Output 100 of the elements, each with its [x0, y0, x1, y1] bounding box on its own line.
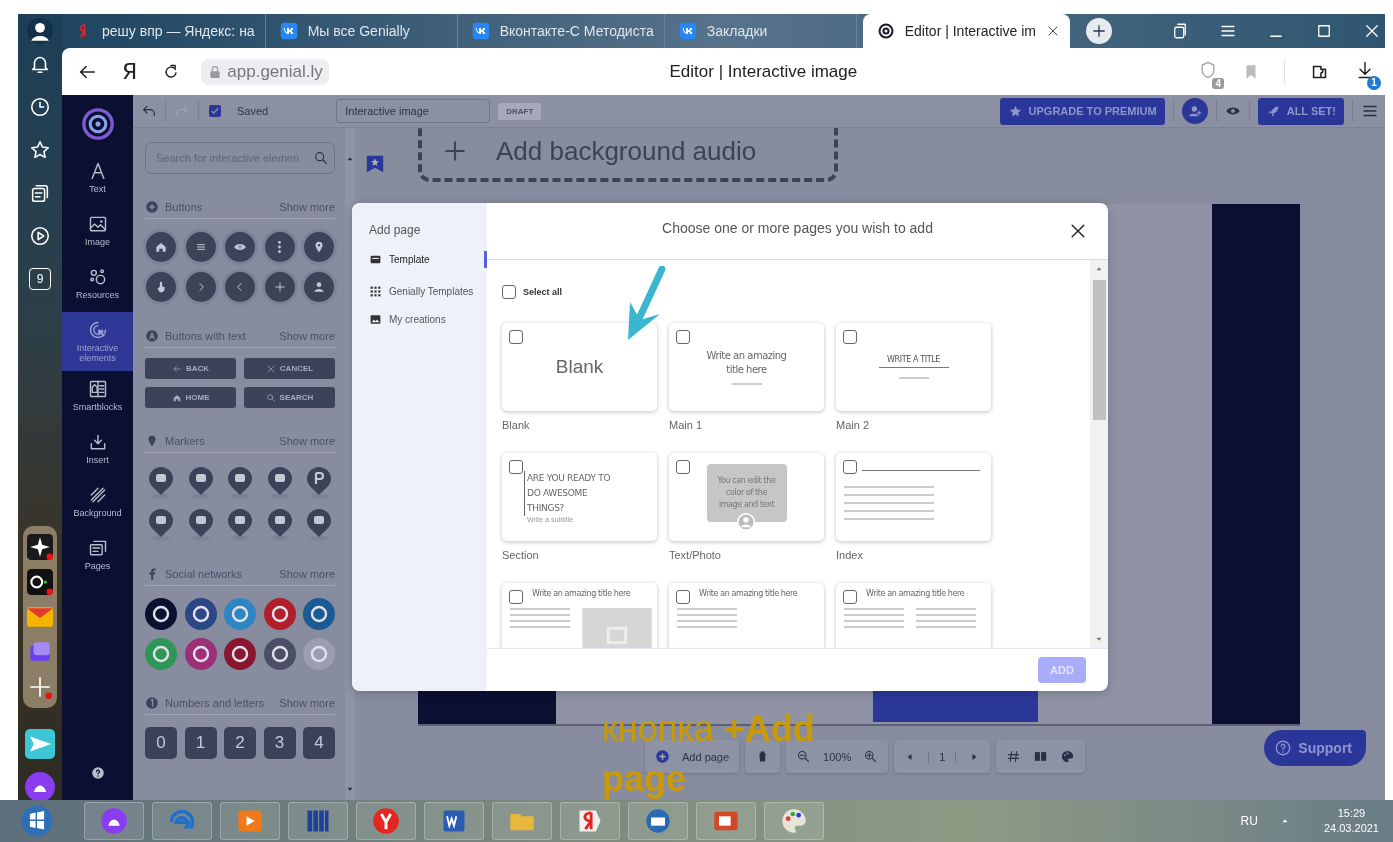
help-icon[interactable]: [90, 766, 105, 780]
send-app-icon[interactable]: [25, 729, 55, 759]
map-marker-icon[interactable]: [147, 507, 175, 541]
number-button[interactable]: 3: [263, 727, 296, 759]
round-button[interactable]: [264, 232, 295, 262]
taskbar-button[interactable]: [696, 802, 756, 840]
text-button[interactable]: HOME: [145, 387, 236, 408]
upgrade-button[interactable]: UPGRADE TO PREMIUM: [999, 97, 1165, 125]
nav-item[interactable]: Pages: [62, 530, 133, 583]
round-button[interactable]: [146, 232, 176, 262]
menu-item[interactable]: Genially Templates: [369, 276, 487, 307]
zoom-out-icon[interactable]: [796, 749, 812, 764]
map-marker-icon[interactable]: [226, 507, 254, 541]
menu-item[interactable]: Template: [369, 251, 487, 268]
camera-app-icon[interactable]: [27, 569, 53, 595]
nav-item[interactable]: Text: [62, 153, 133, 206]
taskbar-button[interactable]: [628, 802, 688, 840]
new-tab-button[interactable]: [1086, 18, 1112, 44]
nav-item[interactable]: Image: [62, 206, 133, 259]
social-network-icon[interactable]: [263, 638, 296, 670]
checkbox[interactable]: [676, 330, 690, 344]
nav-item[interactable]: Resources: [62, 259, 133, 312]
map-marker-icon[interactable]: [186, 507, 215, 541]
undo-icon[interactable]: [141, 103, 157, 119]
map-marker-icon[interactable]: [265, 465, 294, 499]
checkbox[interactable]: [843, 460, 857, 474]
checkbox[interactable]: [509, 460, 523, 474]
cards-icon[interactable]: [29, 182, 51, 204]
assistant-app-icon[interactable]: [25, 772, 55, 802]
template-card[interactable]: Write an amazing title here: [669, 583, 824, 648]
add-user-button[interactable]: [1181, 98, 1208, 124]
support-button[interactable]: Support: [1264, 730, 1366, 766]
round-button[interactable]: [185, 232, 216, 262]
text-button[interactable]: BACK: [145, 358, 236, 379]
publish-button[interactable]: ALL SET!: [1257, 97, 1344, 125]
star-icon[interactable]: [29, 139, 51, 161]
checkbox[interactable]: [843, 330, 857, 344]
round-button[interactable]: [264, 272, 295, 302]
menu-item[interactable]: My creations: [369, 304, 487, 335]
map-marker-icon[interactable]: [186, 465, 215, 499]
taskbar-button[interactable]: [424, 802, 484, 840]
round-button[interactable]: [225, 272, 255, 302]
grid-icon[interactable]: [1006, 749, 1022, 764]
number-button[interactable]: 0: [145, 727, 177, 759]
checkbox[interactable]: [676, 460, 690, 474]
scrollbar-thumb[interactable]: [1092, 280, 1106, 420]
close-icon[interactable]: [1363, 22, 1381, 40]
collections-icon[interactable]: [1171, 22, 1189, 40]
map-marker-icon[interactable]: [226, 465, 254, 499]
round-button[interactable]: [304, 232, 334, 262]
clock-icon[interactable]: [29, 96, 51, 118]
map-marker-icon[interactable]: [147, 465, 175, 499]
map-marker-icon[interactable]: [305, 465, 333, 499]
title-field[interactable]: Interactive image: [336, 99, 491, 123]
checkbox[interactable]: [509, 590, 523, 604]
checkbox[interactable]: [843, 590, 857, 604]
nav-item[interactable]: Insert: [62, 424, 133, 477]
start-button[interactable]: [20, 804, 54, 838]
nav-item[interactable]: Background: [62, 477, 133, 530]
template-card[interactable]: Write an amazing title here: [502, 583, 657, 648]
columns-icon[interactable]: [1033, 749, 1049, 764]
nav-item[interactable]: Smartblocks: [62, 371, 133, 424]
user-avatar-icon[interactable]: [27, 18, 53, 44]
maximize-icon[interactable]: [1315, 22, 1333, 40]
delete-button[interactable]: [745, 740, 781, 773]
taskbar-button[interactable]: [84, 802, 144, 840]
social-network-icon[interactable]: [145, 598, 177, 630]
text-button[interactable]: SEARCH: [244, 387, 335, 408]
template-card[interactable]: Write an amazing title here: [669, 323, 824, 411]
palette-icon[interactable]: [1060, 749, 1076, 764]
bookmark-icon[interactable]: [365, 154, 385, 174]
zoom-in-icon[interactable]: [863, 749, 879, 764]
language-indicator[interactable]: RU: [1240, 814, 1258, 828]
checkbox[interactable]: [509, 330, 523, 344]
close-icon[interactable]: [1046, 24, 1060, 38]
number-button[interactable]: 1: [184, 727, 217, 759]
social-network-icon[interactable]: [184, 598, 217, 630]
browser-tab[interactable]: Editor | Interactive im: [862, 14, 1070, 48]
round-button[interactable]: [185, 272, 216, 302]
checkbox[interactable]: [502, 285, 516, 299]
map-marker-icon[interactable]: [265, 507, 294, 541]
play-icon[interactable]: [29, 225, 51, 247]
sparkle-app-icon[interactable]: [27, 534, 53, 560]
checkbox[interactable]: [676, 590, 690, 604]
round-button[interactable]: [146, 272, 176, 302]
template-card[interactable]: WRITE A TITLE: [836, 323, 991, 411]
round-button[interactable]: [304, 272, 334, 302]
social-network-icon[interactable]: [224, 638, 256, 670]
round-button[interactable]: [225, 232, 255, 262]
template-card[interactable]: Write an amazing title here: [836, 583, 991, 648]
number-button[interactable]: 4: [303, 727, 335, 759]
taskbar-button[interactable]: [288, 802, 348, 840]
number-button[interactable]: 2: [224, 727, 256, 759]
map-marker-icon[interactable]: [305, 507, 333, 541]
counter-badge[interactable]: 9: [29, 268, 51, 290]
taskbar-button[interactable]: [560, 802, 620, 840]
taskbar-button[interactable]: [356, 802, 416, 840]
text-button[interactable]: CANCEL: [244, 358, 335, 379]
add-app-icon[interactable]: [27, 674, 53, 700]
template-card[interactable]: Blank: [502, 323, 657, 411]
